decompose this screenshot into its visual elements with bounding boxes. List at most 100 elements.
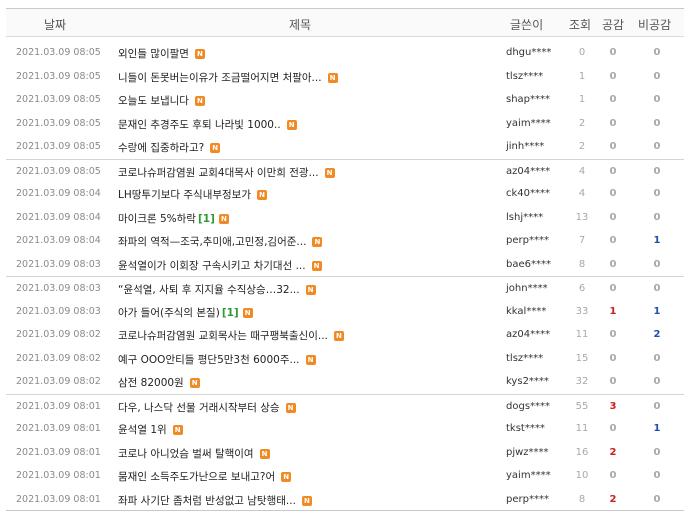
post-title-link[interactable]: 외인들 많이팔면 N bbox=[118, 46, 205, 61]
post-title[interactable]: 뭄재인 소득주도가난으로 보내고?어 bbox=[118, 471, 275, 483]
table-row[interactable]: 2021.03.09 08:04 LH땅투기보다 주식내부정보가 N ck40****… bbox=[6, 182, 684, 206]
column-header-views[interactable]: 조회 bbox=[569, 16, 591, 33]
post-author[interactable]: shap**** bbox=[506, 94, 566, 105]
post-author[interactable]: bae6**** bbox=[506, 259, 566, 270]
post-author[interactable]: lshj**** bbox=[506, 212, 566, 223]
post-title[interactable]: 수랑에 집중하라고? bbox=[118, 142, 204, 154]
post-title[interactable]: 삼전 82000원 bbox=[118, 377, 184, 389]
post-title-link[interactable]: 뭄재인 소득주도가난으로 보내고?어 N bbox=[118, 469, 292, 484]
post-author[interactable]: kkal**** bbox=[506, 306, 566, 317]
post-date: 2021.03.09 08:04 bbox=[16, 188, 101, 199]
post-title-link[interactable]: 코로나슈퍼감염원 교회4대목사 이만희 전광... N bbox=[118, 165, 335, 180]
post-title[interactable]: 예구 OOO안티들 평단5만3천 6000주... bbox=[118, 354, 300, 366]
post-views: 8 bbox=[578, 258, 586, 270]
post-date: 2021.03.09 08:04 bbox=[16, 235, 101, 246]
column-header-date[interactable]: 날짜 bbox=[44, 16, 66, 33]
post-author[interactable]: tlsz**** bbox=[506, 353, 566, 364]
post-title[interactable]: 윤석열이가 이회장 구속시키고 차기대선 ... bbox=[118, 260, 306, 272]
post-author[interactable]: az04**** bbox=[506, 329, 566, 340]
post-date: 2021.03.09 08:05 bbox=[16, 47, 101, 58]
post-title[interactable]: 윤석열 1위 bbox=[118, 424, 167, 436]
comment-count[interactable]: [1] bbox=[222, 307, 239, 319]
post-author[interactable]: kys2**** bbox=[506, 376, 566, 387]
post-author[interactable]: dogs**** bbox=[506, 401, 566, 412]
post-author[interactable]: tkst**** bbox=[506, 423, 566, 434]
post-title-link[interactable]: 삼전 82000원 N bbox=[118, 375, 200, 390]
post-views: 15 bbox=[575, 352, 589, 364]
post-title-link[interactable]: 오늘도 보냅니다 N bbox=[118, 93, 205, 108]
post-title-link[interactable]: 좌파의 역적—조국,추미애,고민정,김어준... N bbox=[118, 234, 323, 249]
table-row[interactable]: 2021.03.09 08:05 오늘도 보냅니다 Nshap**** 1 0 0 bbox=[6, 88, 684, 112]
table-row[interactable]: 2021.03.09 08:02 코로나슈퍼감염원 교회목사는 때구팽북출신이..… bbox=[6, 323, 684, 347]
column-header-title[interactable]: 제목 bbox=[289, 16, 311, 33]
post-author[interactable]: ck40**** bbox=[506, 188, 566, 199]
post-title-link[interactable]: 다우, 나스닥 선물 거래시작부터 상승 N bbox=[118, 400, 296, 415]
post-author[interactable]: perp**** bbox=[506, 235, 566, 246]
table-row[interactable]: 2021.03.09 08:01 좌파 사기단 좀처럼 반성없고 남탓행태... N… bbox=[6, 488, 684, 512]
post-title-link[interactable]: 코로나 아니었슴 벌써 탈핵이여 N bbox=[118, 446, 270, 461]
post-title-link[interactable]: 아가 들어(주식의 본질) [1] N bbox=[118, 305, 253, 320]
post-title[interactable]: 니들이 돈못버는이유가 조금떨어지면 처팔아... bbox=[118, 72, 322, 84]
post-title-link[interactable]: 윤석열이가 이회장 구속시키고 차기대선 ... N bbox=[118, 258, 322, 273]
post-dislike-count: 2 bbox=[653, 329, 661, 340]
comment-count[interactable]: [1] bbox=[198, 213, 215, 225]
post-author[interactable]: az04**** bbox=[506, 166, 566, 177]
post-title-link[interactable]: 수랑에 집중하라고? N bbox=[118, 140, 221, 155]
post-title[interactable]: LH땅투기보다 주식내부정보가 bbox=[118, 189, 251, 201]
table-row[interactable]: 2021.03.09 08:01 다우, 나스닥 선물 거래시작부터 상승 Ndog… bbox=[6, 393, 684, 418]
table-row[interactable]: 2021.03.09 08:02 삼전 82000원 Nkys2**** 32 0 0 bbox=[6, 370, 684, 394]
table-row[interactable]: 2021.03.09 08:05 외인들 많이팔면 Ndhgu**** 0 0 0 bbox=[6, 41, 684, 65]
table-row[interactable]: 2021.03.09 08:03 윤석열이가 이회장 구속시키고 차기대선 ...… bbox=[6, 253, 684, 277]
column-header-like[interactable]: 공감 bbox=[602, 16, 624, 33]
post-title[interactable]: 좌파의 역적—조국,추미애,고민정,김어준... bbox=[118, 236, 306, 248]
new-badge-icon: N bbox=[305, 285, 316, 295]
post-title[interactable]: 코로나슈퍼감염원 교회4대목사 이만희 전광... bbox=[118, 167, 319, 179]
post-like-count: 0 bbox=[609, 283, 617, 294]
post-title-link[interactable]: 문재인 추경주도 후퇴 나라빛 1000.. N bbox=[118, 117, 297, 132]
post-title[interactable]: 문재인 추경주도 후퇴 나라빛 1000.. bbox=[118, 119, 281, 131]
post-title[interactable]: “윤석열, 사퇴 후 지지율 수직상승…32... bbox=[118, 284, 300, 296]
post-title[interactable]: 코로나슈퍼감염원 교회목사는 때구팽북출신이... bbox=[118, 330, 328, 342]
post-author[interactable]: jinh**** bbox=[506, 141, 566, 152]
table-row[interactable]: 2021.03.09 08:03 “윤석열, 사퇴 후 지지율 수직상승…32..… bbox=[6, 276, 684, 300]
post-title-link[interactable]: 예구 OOO안티들 평단5만3천 6000주... N bbox=[118, 352, 316, 367]
post-title-link[interactable]: “윤석열, 사퇴 후 지지율 수직상승…32... N bbox=[118, 282, 316, 297]
post-author[interactable]: perp**** bbox=[506, 494, 566, 505]
table-row[interactable]: 2021.03.09 08:01 윤석열 1위 Ntkst**** 11 0 1 bbox=[6, 417, 684, 441]
post-title[interactable]: 코로나 아니었슴 벌써 탈핵이여 bbox=[118, 448, 254, 460]
column-header-author[interactable]: 글쓴이 bbox=[510, 16, 543, 33]
new-badge-icon: N bbox=[281, 472, 292, 482]
table-row[interactable]: 2021.03.09 08:05 수랑에 집중하라고? Njinh**** 2 0 0 bbox=[6, 135, 684, 159]
post-author[interactable]: yaim**** bbox=[506, 470, 566, 481]
post-author[interactable]: dhgu**** bbox=[506, 47, 566, 58]
post-title[interactable]: 마이크론 5%하락 bbox=[118, 213, 196, 225]
table-row[interactable]: 2021.03.09 08:05 문재인 추경주도 후퇴 나라빛 1000.. Ny… bbox=[6, 112, 684, 136]
column-header-dislike[interactable]: 비공감 bbox=[638, 16, 671, 33]
post-title[interactable]: 오늘도 보냅니다 bbox=[118, 95, 189, 107]
table-row[interactable]: 2021.03.09 08:03 아가 들어(주식의 본질) [1] Nkkal***… bbox=[6, 300, 684, 324]
table-row[interactable]: 2021.03.09 08:05 코로나슈퍼감염원 교회4대목사 이만희 전광..… bbox=[6, 158, 684, 183]
table-row[interactable]: 2021.03.09 08:05 니들이 돈못버는이유가 조금떨어지면 처팔아..… bbox=[6, 65, 684, 89]
post-title[interactable]: 아가 들어(주식의 본질) bbox=[118, 307, 220, 319]
post-author[interactable]: tlsz**** bbox=[506, 71, 566, 82]
post-title-link[interactable]: LH땅투기보다 주식내부정보가 N bbox=[118, 187, 268, 202]
post-title[interactable]: 다우, 나스닥 선물 거래시작부터 상승 bbox=[118, 402, 280, 414]
post-author[interactable]: john**** bbox=[506, 283, 566, 294]
post-title[interactable]: 좌파 사기단 좀처럼 반성없고 남탓행태... bbox=[118, 495, 296, 507]
post-like-count: 0 bbox=[609, 70, 617, 82]
table-row[interactable]: 2021.03.09 08:02 예구 OOO안티들 평단5만3천 6000주..… bbox=[6, 347, 684, 371]
post-title-link[interactable]: 윤석열 1위 N bbox=[118, 422, 183, 437]
post-views: 2 bbox=[578, 141, 586, 152]
post-title-link[interactable]: 마이크론 5%하락 [1] N bbox=[118, 211, 229, 226]
post-title-link[interactable]: 코로나슈퍼감염원 교회목사는 때구팽북출신이... N bbox=[118, 328, 344, 343]
table-row[interactable]: 2021.03.09 08:01 뭄재인 소득주도가난으로 보내고?어 Nyaim*… bbox=[6, 464, 684, 488]
post-title-link[interactable]: 니들이 돈못버는이유가 조금떨어지면 처팔아... N bbox=[118, 70, 338, 85]
table-row[interactable]: 2021.03.09 08:04 좌파의 역적—조국,추미애,고민정,김어준...… bbox=[6, 229, 684, 253]
post-title[interactable]: 외인들 많이팔면 bbox=[118, 48, 189, 60]
post-author[interactable]: yaim**** bbox=[506, 118, 566, 129]
post-views: 1 bbox=[578, 94, 586, 105]
post-author[interactable]: pjwz**** bbox=[506, 447, 566, 458]
table-row[interactable]: 2021.03.09 08:04 마이크론 5%하락 [1] Nlshj**** 13 0… bbox=[6, 206, 684, 230]
table-row[interactable]: 2021.03.09 08:01 코로나 아니었슴 벌써 탈핵이여 Npjwz***… bbox=[6, 441, 684, 465]
post-title-link[interactable]: 좌파 사기단 좀처럼 반성없고 남탓행태... N bbox=[118, 493, 312, 508]
